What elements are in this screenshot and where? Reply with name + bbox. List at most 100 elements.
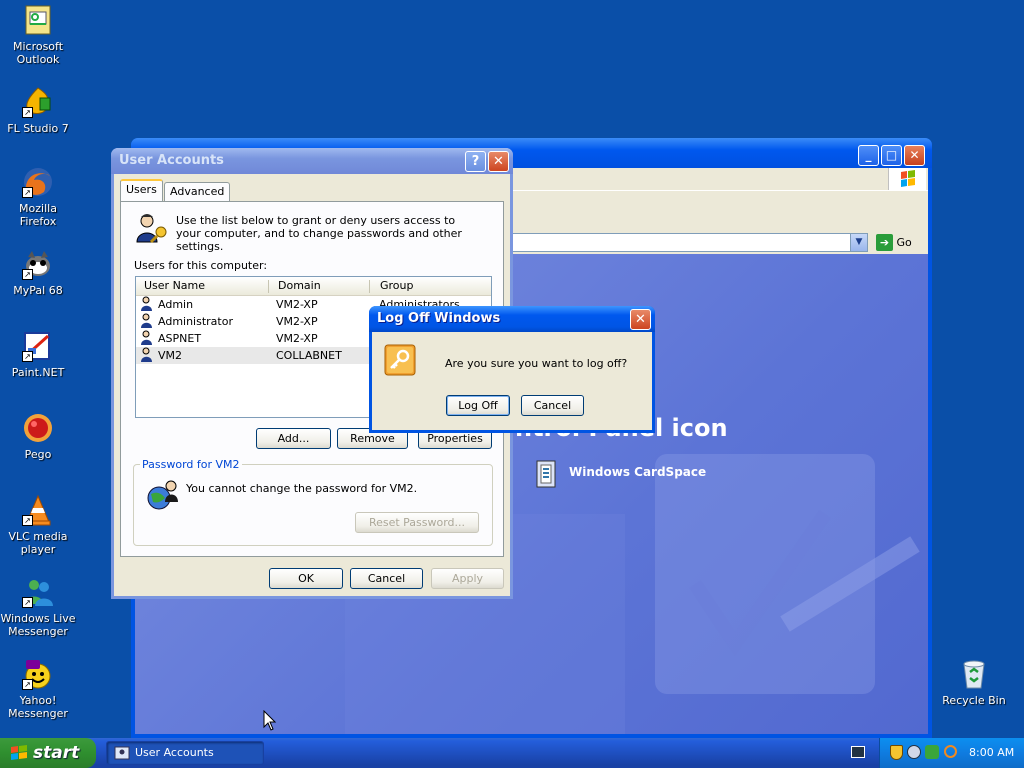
go-button[interactable]: ➔ Go	[876, 233, 920, 252]
users-keys-icon	[136, 214, 167, 244]
close-button[interactable]: ✕	[488, 151, 509, 172]
column-header-group[interactable]: Group	[380, 279, 414, 292]
tab-users[interactable]: Users	[120, 179, 163, 201]
log-off-button[interactable]: Log Off	[446, 395, 510, 416]
desktop-icon-label: Recycle Bin	[942, 694, 1006, 707]
search-icon[interactable]	[944, 745, 957, 758]
desktop-icon-mypal[interactable]: ↗ MyPal 68	[0, 248, 76, 297]
ok-button[interactable]: OK	[269, 568, 343, 589]
shortcut-arrow-icon: ↗	[22, 679, 33, 690]
desktop-icon-firefox[interactable]: ↗ Mozilla Firefox	[0, 166, 76, 228]
go-arrow-icon: ➔	[876, 234, 893, 251]
user-accounts-icon	[114, 746, 130, 760]
address-dropdown-button[interactable]: ▼	[850, 234, 867, 251]
taskbar-item-user-accounts[interactable]: User Accounts	[106, 741, 264, 765]
user-icon	[141, 313, 152, 328]
user-icon	[141, 347, 152, 362]
maximize-button[interactable]: □	[881, 145, 902, 166]
close-button[interactable]: ✕	[630, 309, 651, 330]
dialog-title: User Accounts	[119, 153, 224, 168]
user-name-cell: ASPNET	[158, 332, 202, 345]
desktop-icon-pego[interactable]: Pego	[0, 412, 76, 461]
domain-cell: VM2-XP	[276, 315, 318, 328]
desktop-icon-paint-net[interactable]: ↗ Paint.NET	[0, 330, 76, 379]
network-icon[interactable]	[907, 745, 921, 759]
minimize-button[interactable]: _	[858, 145, 879, 166]
user-name-cell: Admin	[158, 298, 194, 311]
mypal-icon: ↗	[22, 248, 54, 280]
add-user-button[interactable]: Add...	[256, 428, 331, 449]
desktop-icon-yahoo-messenger[interactable]: ↗ Yahoo! Messenger	[0, 658, 76, 720]
vlc-icon: ↗	[22, 494, 54, 526]
yahoo-messenger-icon: ↗	[22, 658, 54, 690]
taskbar: start User Accounts 8:00 AM	[0, 738, 1024, 768]
outlook-icon	[22, 4, 54, 36]
shortcut-arrow-icon: ↗	[22, 597, 33, 608]
volume-icon[interactable]	[925, 745, 939, 759]
help-button[interactable]: ?	[465, 151, 486, 172]
desktop-icon-label: VLC media player	[8, 530, 68, 556]
user-name-cell: Administrator	[158, 315, 233, 328]
start-label: start	[33, 743, 80, 763]
shortcut-arrow-icon: ↗	[22, 515, 33, 526]
system-tray: 8:00 AM	[879, 738, 1024, 768]
shortcut-arrow-icon: ↗	[22, 351, 33, 362]
domain-cell: VM2-XP	[276, 332, 318, 345]
desktop-icon-label: FL Studio 7	[7, 122, 69, 135]
desktop-icon-label: MyPal 68	[13, 284, 63, 297]
desktop-icon-label: Pego	[24, 448, 52, 461]
cancel-button[interactable]: Cancel	[350, 568, 423, 589]
go-label: Go	[896, 236, 912, 249]
password-group-label: Password for VM2	[142, 458, 240, 471]
list-header: User Name Domain Group	[136, 277, 491, 296]
dialog-title: Log Off Windows	[377, 311, 501, 326]
close-button[interactable]: ✕	[904, 145, 925, 166]
shortcut-arrow-icon: ↗	[22, 269, 33, 280]
column-header-user-name[interactable]: User Name	[144, 279, 205, 292]
desktop-icon-label: Yahoo! Messenger	[8, 694, 68, 720]
security-shield-icon[interactable]	[890, 745, 903, 760]
domain-cell: VM2-XP	[276, 298, 318, 311]
desktop-icon-label: Windows Live Messenger	[0, 612, 76, 638]
windows-logo-icon	[888, 168, 926, 190]
messenger-icon: ↗	[22, 576, 54, 608]
intro-text: Use the list below to grant or deny user…	[176, 214, 462, 253]
firefox-icon: ↗	[22, 166, 54, 198]
apply-button[interactable]: Apply	[431, 568, 504, 589]
shortcut-arrow-icon: ↗	[22, 187, 33, 198]
log-off-titlebar[interactable]: Log Off Windows ✕	[369, 306, 655, 332]
tab-advanced[interactable]: Advanced	[164, 182, 231, 202]
reset-password-button[interactable]: Reset Password...	[355, 512, 479, 533]
user-accounts-titlebar[interactable]: User Accounts ? ✕	[111, 148, 513, 174]
mouse-cursor-icon	[263, 710, 277, 731]
desktop-icon-recycle-bin[interactable]: Recycle Bin	[936, 658, 1012, 707]
desktop-icon-outlook[interactable]: Microsoft Outlook	[0, 4, 76, 66]
users-for-computer-label: Users for this computer:	[134, 259, 268, 272]
cardspace-icon	[536, 460, 556, 488]
cardspace-label: Windows CardSpace	[569, 465, 707, 479]
log-off-dialog: Log Off Windows ✕ Are you sure you want …	[369, 306, 655, 433]
shortcut-arrow-icon: ↗	[22, 107, 33, 118]
log-off-message: Are you sure you want to log off?	[445, 357, 628, 370]
key-icon	[384, 344, 416, 376]
column-header-domain[interactable]: Domain	[278, 279, 321, 292]
desktop-icon-label: Microsoft Outlook	[12, 40, 64, 66]
password-info-text: You cannot change the password for VM2.	[186, 482, 418, 495]
user-icon	[141, 330, 152, 345]
pego-icon	[22, 412, 54, 444]
recycle-bin-icon	[958, 658, 990, 690]
desktop-icon-label: Mozilla Firefox	[19, 202, 57, 228]
taskbar-item-label: User Accounts	[135, 746, 214, 759]
keyboard-icon[interactable]	[851, 746, 865, 758]
desktop-icon-messenger[interactable]: ↗ Windows Live Messenger	[0, 576, 76, 638]
user-icon	[141, 296, 152, 311]
desktop-icon-label: Paint.NET	[11, 366, 65, 379]
start-button[interactable]: start	[0, 738, 96, 768]
user-name-cell: VM2	[158, 349, 183, 362]
clock[interactable]: 8:00 AM	[969, 746, 1014, 759]
desktop-icon-fl-studio[interactable]: ↗ FL Studio 7	[0, 86, 76, 135]
desktop-icon-vlc[interactable]: ↗ VLC media player	[0, 494, 76, 556]
user-globe-icon	[147, 480, 178, 510]
cancel-button[interactable]: Cancel	[521, 395, 584, 416]
domain-cell: COLLABNET	[276, 349, 342, 362]
